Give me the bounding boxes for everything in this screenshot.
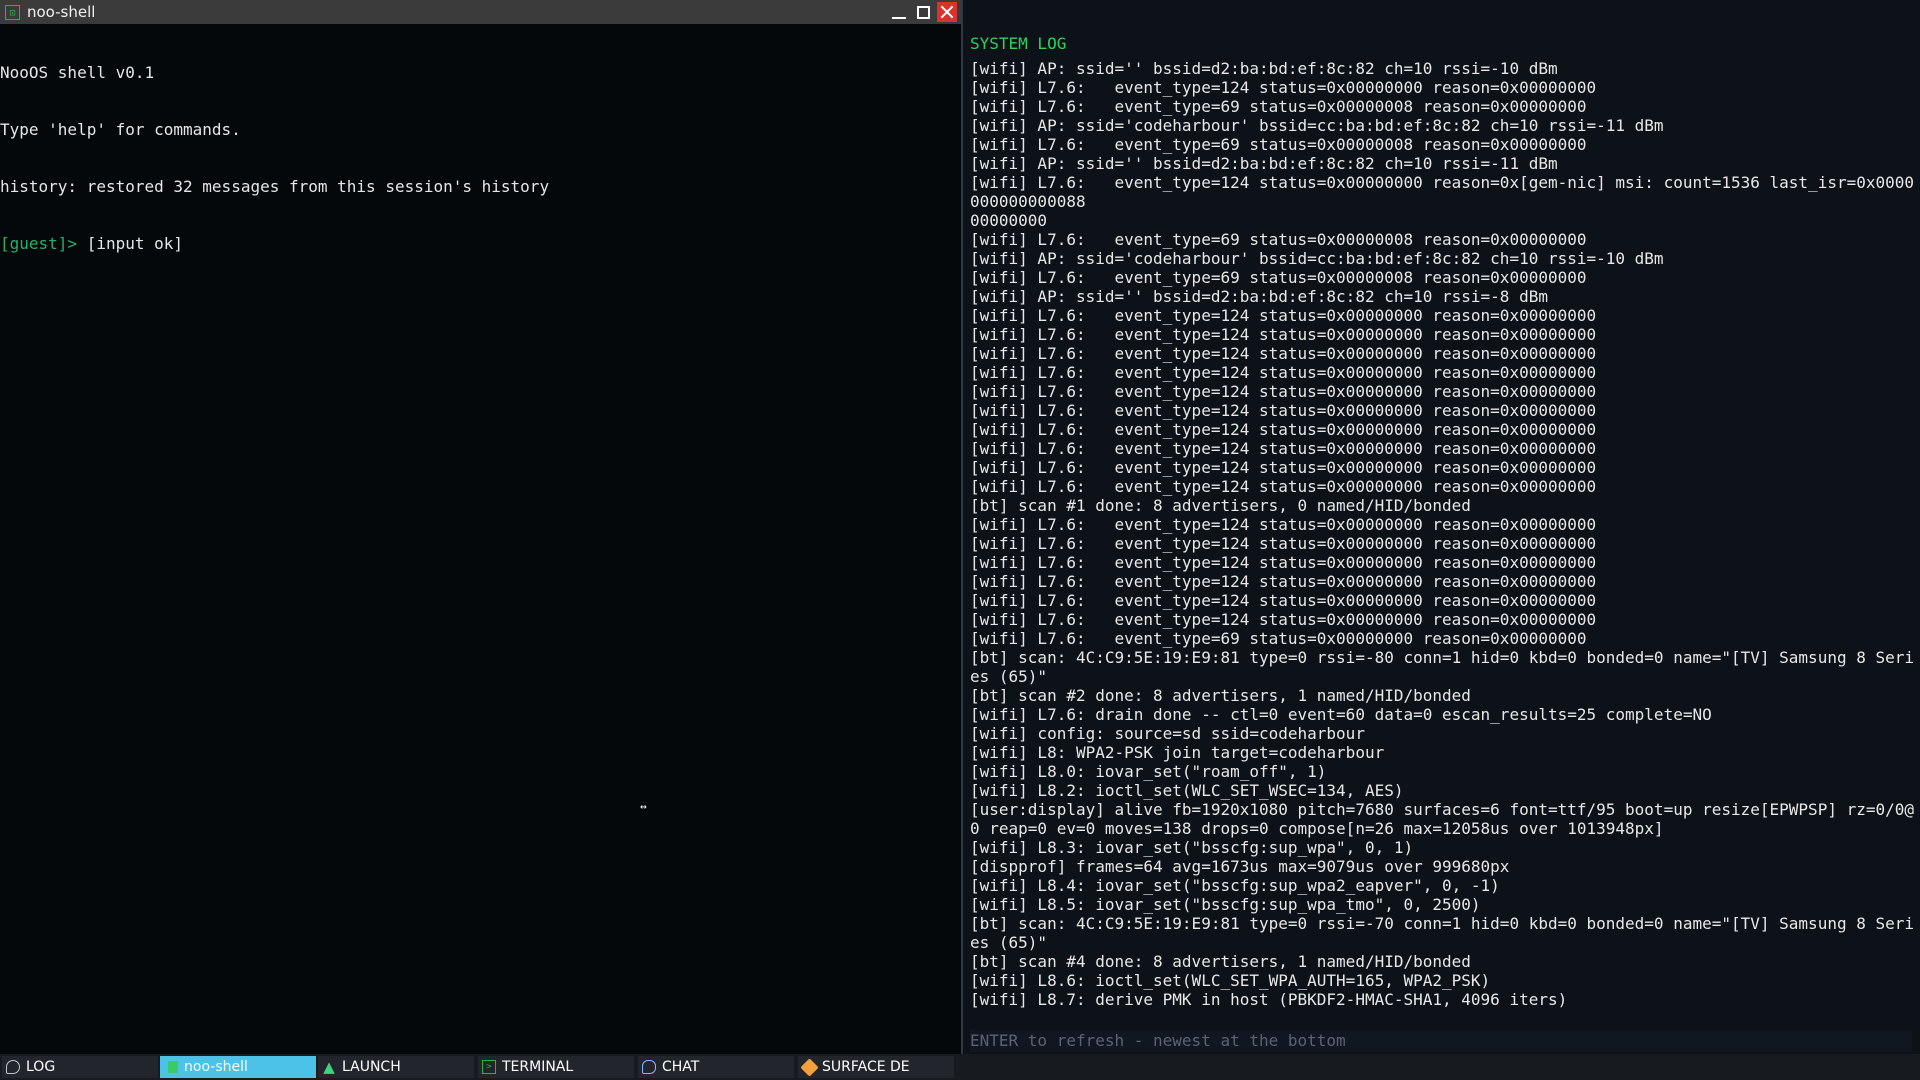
- terminal-window[interactable]: ⊡ noo-shell NooOS shell v0.1 Type 'help'…: [0, 0, 961, 1054]
- log-line: [wifi] L8.7: derive PMK in host (PBKDF2-…: [970, 990, 1568, 1009]
- taskbar-item-surface-de[interactable]: SURFACE DE: [798, 1056, 954, 1078]
- log-line: [wifi] L7.6: event_type=124 status=0x000…: [970, 344, 1597, 363]
- chat-bubble-icon: [6, 1060, 20, 1074]
- close-button[interactable]: [937, 2, 957, 22]
- log-line: [bt] scan #2 done: 8 advertisers, 1 name…: [970, 686, 1471, 705]
- minimize-button[interactable]: [889, 2, 909, 22]
- window-title: noo-shell: [27, 3, 96, 21]
- log-line: [wifi] AP: ssid='' bssid=d2:ba:bd:ef:8c:…: [970, 287, 1548, 306]
- log-line: [bt] scan: 4C:C9:5E:19:E9:81 type=0 rssi…: [970, 914, 1915, 952]
- log-line: [wifi] L7.6: event_type=124 status=0x000…: [970, 382, 1597, 401]
- log-line: [wifi] L8.5: iovar_set("bsscfg:sup_wpa_t…: [970, 895, 1481, 914]
- taskbar-item-label: noo-shell: [184, 1059, 248, 1075]
- log-title: SYSTEM LOG: [970, 34, 1067, 53]
- shell-icon: [168, 1061, 178, 1073]
- log-line: [wifi] L7.6: event_type=124 status=0x000…: [970, 534, 1597, 553]
- minimize-icon: [892, 17, 906, 19]
- rocket-icon: ▲: [323, 1058, 335, 1076]
- terminal-line: history: restored 32 messages from this …: [0, 177, 550, 196]
- log-line: [wifi] L7.6: event_type=124 status=0x000…: [970, 173, 1915, 211]
- shell-prompt: [guest]>: [0, 234, 78, 253]
- taskbar-item-label: SURFACE DE: [822, 1059, 910, 1075]
- window-controls: [889, 2, 957, 22]
- taskbar-item-label: TERMINAL: [502, 1059, 574, 1075]
- terminal-icon: >: [482, 1060, 496, 1074]
- log-line: [wifi] L7.6: event_type=69 status=0x0000…: [970, 97, 1587, 116]
- log-line: [wifi] L8.3: iovar_set("bsscfg:sup_wpa",…: [970, 838, 1414, 857]
- log-line: [wifi] L7.6: event_type=124 status=0x000…: [970, 363, 1597, 382]
- maximize-button[interactable]: [913, 2, 933, 22]
- maximize-icon: [916, 5, 930, 19]
- taskbar-item-launch[interactable]: ▲ LAUNCH: [318, 1056, 474, 1078]
- log-line: [wifi] config: source=sd ssid=codeharbou…: [970, 724, 1365, 743]
- taskbar-item-label: LOG: [26, 1059, 56, 1075]
- log-line: [wifi] L7.6: event_type=124 status=0x000…: [970, 515, 1597, 534]
- prompt-line[interactable]: [guest]> [input ok]: [0, 234, 961, 253]
- log-line: [user:display] alive fb=1920x1080 pitch=…: [970, 800, 1915, 838]
- log-line: [wifi] L7.6: event_type=124 status=0x000…: [970, 401, 1597, 420]
- log-line: [wifi] L7.6: event_type=124 status=0x000…: [970, 78, 1597, 97]
- terminal-line: NooOS shell v0.1: [0, 63, 155, 82]
- log-line: [wifi] AP: ssid='' bssid=d2:ba:bd:ef:8c:…: [970, 59, 1558, 78]
- log-refresh-hint[interactable]: ENTER to refresh - newest at the bottom: [970, 1030, 1912, 1052]
- log-line: [wifi] L7.6: event_type=124 status=0x000…: [970, 439, 1597, 458]
- window-titlebar[interactable]: ⊡ noo-shell: [0, 0, 961, 24]
- log-line: [bt] scan #4 done: 8 advertisers, 1 name…: [970, 952, 1471, 971]
- resize-cursor-icon: ↔: [640, 800, 647, 813]
- taskbar: LOG noo-shell ▲ LAUNCH > TERMINAL CHAT S…: [0, 1054, 1920, 1080]
- log-line: [wifi] L7.6: event_type=124 status=0x000…: [970, 477, 1597, 496]
- log-line: [wifi] L7.6: event_type=69 status=0x0000…: [970, 135, 1587, 154]
- log-line: 00000000: [970, 211, 1048, 230]
- taskbar-item-noo-shell[interactable]: noo-shell: [160, 1056, 316, 1078]
- log-line: [wifi] L8.0: iovar_set("roam_off", 1): [970, 762, 1327, 781]
- log-line: [wifi] L8.6: ioctl_set(WLC_SET_WPA_AUTH=…: [970, 971, 1491, 990]
- log-line: [wifi] AP: ssid='' bssid=d2:ba:bd:ef:8c:…: [970, 154, 1558, 173]
- log-line: [wifi] L7.6: event_type=124 status=0x000…: [970, 553, 1597, 572]
- taskbar-item-chat[interactable]: CHAT: [638, 1056, 794, 1078]
- close-icon: [940, 5, 954, 19]
- log-line: [wifi] L8.4: iovar_set("bsscfg:sup_wpa2_…: [970, 876, 1500, 895]
- log-line: [wifi] L7.6: event_type=69 status=0x0000…: [970, 629, 1587, 648]
- log-line: [wifi] L8.2: ioctl_set(WLC_SET_WSEC=134,…: [970, 781, 1404, 800]
- terminal-input[interactable]: [input ok]: [77, 234, 183, 253]
- log-line: [wifi] L7.6: drain done -- ctl=0 event=6…: [970, 705, 1712, 724]
- log-line: [wifi] AP: ssid='codeharbour' bssid=cc:b…: [970, 249, 1664, 268]
- taskbar-item-label: CHAT: [662, 1059, 700, 1075]
- chat-icon: [642, 1060, 656, 1074]
- log-line: [wifi] AP: ssid='codeharbour' bssid=cc:b…: [970, 116, 1664, 135]
- taskbar-item-terminal[interactable]: > TERMINAL: [478, 1056, 634, 1078]
- log-line: [wifi] L7.6: event_type=124 status=0x000…: [970, 306, 1597, 325]
- log-lines[interactable]: [wifi] AP: ssid='' bssid=d2:ba:bd:ef:8c:…: [970, 59, 1915, 1009]
- log-line: [dispprof] frames=64 avg=1673us max=9079…: [970, 857, 1510, 876]
- log-line: [wifi] L7.6: event_type=124 status=0x000…: [970, 420, 1597, 439]
- log-line: [wifi] L8: WPA2-PSK join target=codeharb…: [970, 743, 1385, 762]
- terminal-output[interactable]: NooOS shell v0.1 Type 'help' for command…: [0, 24, 961, 291]
- system-log-panel[interactable]: SYSTEM LOG [wifi] AP: ssid='' bssid=d2:b…: [963, 0, 1920, 1054]
- log-line: [wifi] L7.6: event_type=124 status=0x000…: [970, 458, 1597, 477]
- log-line: [wifi] L7.6: event_type=124 status=0x000…: [970, 572, 1597, 591]
- log-line: [bt] scan: 4C:C9:5E:19:E9:81 type=0 rssi…: [970, 648, 1915, 686]
- log-line: [wifi] L7.6: event_type=124 status=0x000…: [970, 610, 1597, 629]
- taskbar-item-log[interactable]: LOG: [2, 1056, 158, 1078]
- diamond-icon: [799, 1057, 819, 1077]
- log-line: [wifi] L7.6: event_type=124 status=0x000…: [970, 325, 1597, 344]
- log-line: [bt] scan #1 done: 8 advertisers, 0 name…: [970, 496, 1471, 515]
- taskbar-item-label: LAUNCH: [342, 1059, 401, 1075]
- log-line: [wifi] L7.6: event_type=69 status=0x0000…: [970, 268, 1587, 287]
- log-line: [wifi] L7.6: event_type=124 status=0x000…: [970, 591, 1597, 610]
- diamond-icon-wrap: [799, 1057, 819, 1077]
- terminal-icon: ⊡: [5, 4, 20, 20]
- log-line: [wifi] L7.6: event_type=69 status=0x0000…: [970, 230, 1587, 249]
- terminal-line: Type 'help' for commands.: [0, 120, 241, 139]
